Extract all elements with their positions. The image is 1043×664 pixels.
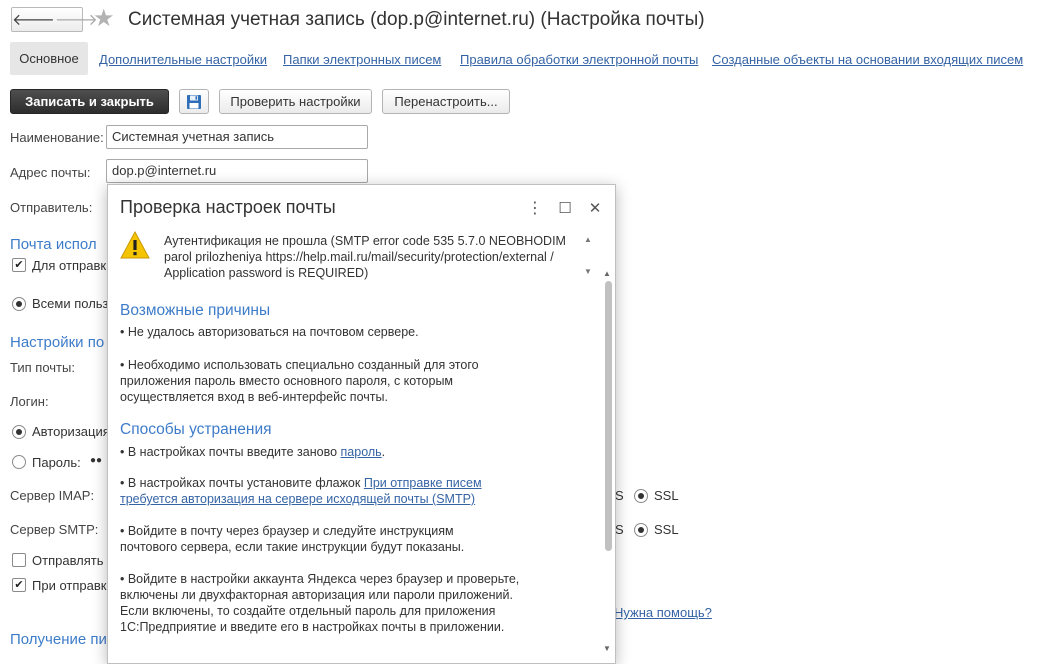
more-icon[interactable]: ⋮ <box>524 197 546 219</box>
fix-4: • Войдите в настройки аккаунта Яндекса ч… <box>120 572 520 634</box>
smtp-label: Сервер SMTP: <box>10 522 99 537</box>
dialog-scrollbar-thumb[interactable] <box>605 281 612 551</box>
solutions-heading: Способы устранения <box>120 421 272 438</box>
send-copy-checkbox-label: Отправлять <box>32 553 104 568</box>
fix-3: • Войдите в почту через браузер и следуй… <box>120 524 465 554</box>
tab-created-objects[interactable]: Созданные объекты на основании входящих … <box>712 52 1023 67</box>
email-input[interactable]: dop.p@internet.ru <box>106 159 368 183</box>
tab-additional-settings[interactable]: Дополнительные настройки <box>99 52 267 67</box>
auth-radio[interactable] <box>12 425 26 439</box>
password-mask: ●● <box>90 455 103 466</box>
maximize-icon[interactable]: ☐ <box>554 197 576 219</box>
checkmark-icon: ✔ <box>14 258 24 271</box>
check-settings-button[interactable]: Проверить настройки <box>219 89 372 114</box>
imap-ssl-radio[interactable] <box>634 489 648 503</box>
radio-dot <box>16 301 22 307</box>
fix-1-text: • В настройках почты введите заново <box>120 445 341 459</box>
fix-2-text: • В настройках почты установите флажок <box>120 476 364 490</box>
floppy-disk-icon <box>187 94 201 109</box>
all-users-radio-label: Всеми польз <box>32 296 109 311</box>
password-radio[interactable] <box>12 455 26 469</box>
sending-checkbox-label: Для отправк <box>32 258 107 273</box>
mail-type-label: Тип почты: <box>10 360 75 375</box>
password-radio-label: Пароль: <box>32 455 81 470</box>
nav-buttons: 🡐 🡒 <box>11 7 98 32</box>
section-settings: Настройки по <box>10 334 105 351</box>
check-settings-dialog: Проверка настроек почты ⋮ ☐ ✕ Аутентифик… <box>107 184 616 664</box>
section-receive: Получение пи <box>10 631 107 648</box>
name-input[interactable]: Системная учетная запись <box>106 125 368 149</box>
imap-ssl-label: SSL <box>654 488 679 503</box>
save-close-button[interactable]: Записать и закрыть <box>10 89 169 114</box>
smtp-ssl-radio[interactable] <box>634 523 648 537</box>
tab-main[interactable]: Основное <box>10 42 88 75</box>
error-scroll-down-icon[interactable]: ▼ <box>584 267 592 277</box>
on-send-checkbox-label: При отправк <box>32 578 107 593</box>
checkmark-icon: ✔ <box>14 578 24 591</box>
sender-label: Отправитель: <box>10 200 93 215</box>
sending-checkbox[interactable]: ✔ <box>12 258 26 272</box>
page-title: Системная учетная запись (dop.p@internet… <box>128 9 705 30</box>
reason-2: • Необходимо использовать специально соз… <box>120 358 479 404</box>
reason-1: • Не удалось авторизоваться на почтовом … <box>120 325 419 339</box>
fix-1-end: . <box>381 445 386 459</box>
reconfigure-button[interactable]: Перенастроить... <box>382 89 510 114</box>
error-scroll-up-icon[interactable]: ▲ <box>584 235 592 245</box>
section-mail-usage: Почта испол <box>10 236 97 253</box>
email-label: Адрес почты: <box>10 165 91 180</box>
dialog-title: Проверка настроек почты <box>120 197 336 217</box>
on-send-checkbox[interactable]: ✔ <box>12 578 26 592</box>
all-users-radio[interactable] <box>12 297 26 311</box>
tab-email-folders[interactable]: Папки электронных писем <box>283 52 441 67</box>
arrow-right-icon[interactable]: 🡒 <box>55 8 98 31</box>
imap-security-partial: S <box>615 488 624 503</box>
warning-icon <box>120 231 150 259</box>
error-message: Аутентификация не прошла (SMTP error cod… <box>164 234 566 280</box>
login-label: Логин: <box>10 394 49 409</box>
possible-reasons-heading: Возможные причины <box>120 302 271 319</box>
save-button[interactable] <box>179 89 209 114</box>
help-link[interactable]: Нужна помощь? <box>614 605 712 620</box>
smtp-ssl-label: SSL <box>654 522 679 537</box>
imap-label: Сервер IMAP: <box>10 488 95 503</box>
smtp-security-partial: S <box>615 522 624 537</box>
scroll-up-icon[interactable]: ▲ <box>603 269 611 278</box>
send-copy-checkbox[interactable] <box>12 553 26 567</box>
scroll-down-icon[interactable]: ▼ <box>603 644 611 653</box>
star-icon[interactable]: ★ <box>93 5 115 33</box>
arrow-left-icon[interactable]: 🡐 <box>12 8 55 31</box>
radio-dot <box>638 493 644 499</box>
fix-1: • В настройках почты введите заново паро… <box>120 444 590 460</box>
radio-dot <box>16 429 22 435</box>
fix-2: • В настройках почты установите флажок П… <box>120 475 505 507</box>
radio-dot <box>638 527 644 533</box>
password-link[interactable]: пароль <box>341 445 382 459</box>
auth-radio-label: Авторизация <box>32 424 110 439</box>
name-label: Наименование: <box>10 130 104 145</box>
tab-processing-rules[interactable]: Правила обработки электронной почты <box>460 52 698 67</box>
close-icon[interactable]: ✕ <box>584 197 606 219</box>
